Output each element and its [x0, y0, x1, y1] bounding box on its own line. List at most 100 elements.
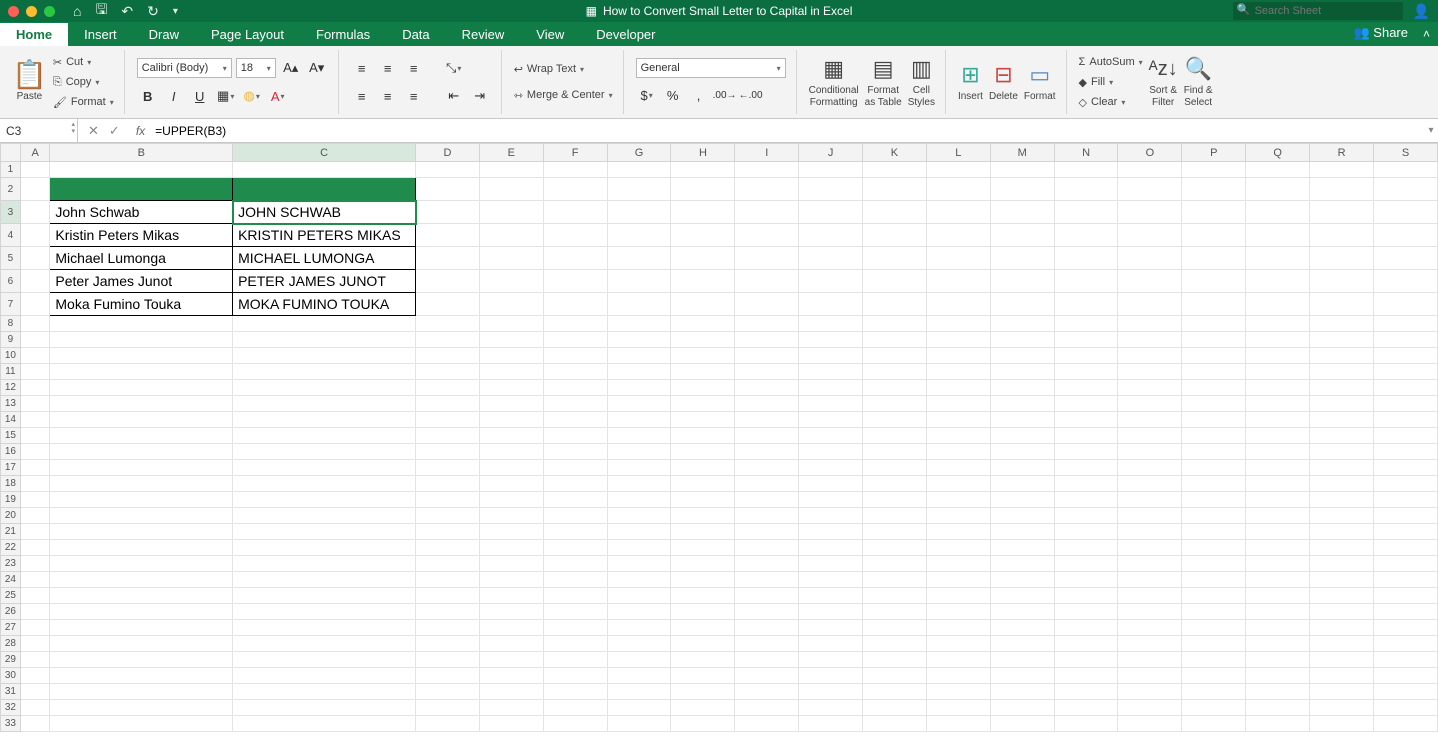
cell-G7[interactable] [607, 293, 671, 316]
cell-R31[interactable] [1310, 684, 1374, 700]
cell-B16[interactable] [50, 444, 233, 460]
expand-formula-icon[interactable]: ▾ [1424, 125, 1438, 136]
cell-L31[interactable] [926, 684, 990, 700]
cell-R26[interactable] [1310, 604, 1374, 620]
cell-K31[interactable] [863, 684, 927, 700]
cell-N3[interactable] [1054, 201, 1118, 224]
font-name-select[interactable]: Calibri (Body)▾ [137, 58, 232, 78]
cell-K19[interactable] [863, 492, 927, 508]
cell-E18[interactable] [479, 476, 543, 492]
cell-O2[interactable] [1118, 178, 1182, 201]
cell-H25[interactable] [671, 588, 735, 604]
cell-S26[interactable] [1374, 604, 1438, 620]
cell-S30[interactable] [1374, 668, 1438, 684]
cell-O26[interactable] [1118, 604, 1182, 620]
cell-O24[interactable] [1118, 572, 1182, 588]
cell-R22[interactable] [1310, 540, 1374, 556]
cell-H8[interactable] [671, 316, 735, 332]
cell-L19[interactable] [926, 492, 990, 508]
tab-review[interactable]: Review [446, 23, 521, 46]
cell-I3[interactable] [735, 201, 799, 224]
cell-J17[interactable] [799, 460, 863, 476]
cell-O29[interactable] [1118, 652, 1182, 668]
cell-G2[interactable] [607, 178, 671, 201]
cell-F23[interactable] [543, 556, 607, 572]
cell-G5[interactable] [607, 247, 671, 270]
cell-P26[interactable] [1182, 604, 1246, 620]
search-sheet-input[interactable] [1233, 2, 1403, 20]
cell-P12[interactable] [1182, 380, 1246, 396]
cell-E29[interactable] [479, 652, 543, 668]
cell-K7[interactable] [863, 293, 927, 316]
cell-H13[interactable] [671, 396, 735, 412]
cell-B3[interactable]: John Schwab [50, 201, 233, 224]
cell-K10[interactable] [863, 348, 927, 364]
cell-C11[interactable] [233, 364, 416, 380]
tab-developer[interactable]: Developer [580, 23, 671, 46]
cell-H26[interactable] [671, 604, 735, 620]
cell-K3[interactable] [863, 201, 927, 224]
cell-M22[interactable] [990, 540, 1054, 556]
cell-O7[interactable] [1118, 293, 1182, 316]
cell-J14[interactable] [799, 412, 863, 428]
cell-F3[interactable] [543, 201, 607, 224]
cell-H20[interactable] [671, 508, 735, 524]
cell-F32[interactable] [543, 700, 607, 716]
col-header-E[interactable]: E [479, 144, 543, 162]
cell-F20[interactable] [543, 508, 607, 524]
cell-S12[interactable] [1374, 380, 1438, 396]
col-header-N[interactable]: N [1054, 144, 1118, 162]
cell-S15[interactable] [1374, 428, 1438, 444]
row-header-21[interactable]: 21 [1, 524, 21, 540]
select-all-corner[interactable] [1, 144, 21, 162]
cell-E14[interactable] [479, 412, 543, 428]
cell-B14[interactable] [50, 412, 233, 428]
cell-B9[interactable] [50, 332, 233, 348]
cell-F10[interactable] [543, 348, 607, 364]
cell-P17[interactable] [1182, 460, 1246, 476]
cell-R32[interactable] [1310, 700, 1374, 716]
col-header-H[interactable]: H [671, 144, 735, 162]
cell-A1[interactable] [20, 162, 50, 178]
cell-F29[interactable] [543, 652, 607, 668]
cell-Q29[interactable] [1246, 652, 1310, 668]
cell-M24[interactable] [990, 572, 1054, 588]
row-header-13[interactable]: 13 [1, 396, 21, 412]
cell-A10[interactable] [20, 348, 50, 364]
cell-J20[interactable] [799, 508, 863, 524]
cell-G14[interactable] [607, 412, 671, 428]
cell-E7[interactable] [479, 293, 543, 316]
cell-M5[interactable] [990, 247, 1054, 270]
cell-A7[interactable] [20, 293, 50, 316]
cell-A19[interactable] [20, 492, 50, 508]
cell-A21[interactable] [20, 524, 50, 540]
cell-L18[interactable] [926, 476, 990, 492]
cell-D19[interactable] [416, 492, 480, 508]
cell-M15[interactable] [990, 428, 1054, 444]
format-cells-button[interactable]: ▭Format [1024, 61, 1056, 103]
cell-C17[interactable] [233, 460, 416, 476]
cell-O3[interactable] [1118, 201, 1182, 224]
align-center-icon[interactable]: ≡ [377, 85, 399, 107]
cell-Q9[interactable] [1246, 332, 1310, 348]
cell-Q11[interactable] [1246, 364, 1310, 380]
cell-P29[interactable] [1182, 652, 1246, 668]
border-button[interactable]: ▦ [215, 85, 237, 107]
cell-N28[interactable] [1054, 636, 1118, 652]
cell-C12[interactable] [233, 380, 416, 396]
cell-D1[interactable] [416, 162, 480, 178]
cell-S24[interactable] [1374, 572, 1438, 588]
cell-M21[interactable] [990, 524, 1054, 540]
cell-O31[interactable] [1118, 684, 1182, 700]
cell-N23[interactable] [1054, 556, 1118, 572]
font-size-select[interactable]: 18▾ [236, 58, 276, 78]
cell-B12[interactable] [50, 380, 233, 396]
cell-R3[interactable] [1310, 201, 1374, 224]
number-format-select[interactable]: General▾ [636, 58, 786, 78]
row-header-32[interactable]: 32 [1, 700, 21, 716]
cell-P33[interactable] [1182, 716, 1246, 732]
cell-K5[interactable] [863, 247, 927, 270]
cell-P18[interactable] [1182, 476, 1246, 492]
cell-Q32[interactable] [1246, 700, 1310, 716]
cell-S18[interactable] [1374, 476, 1438, 492]
